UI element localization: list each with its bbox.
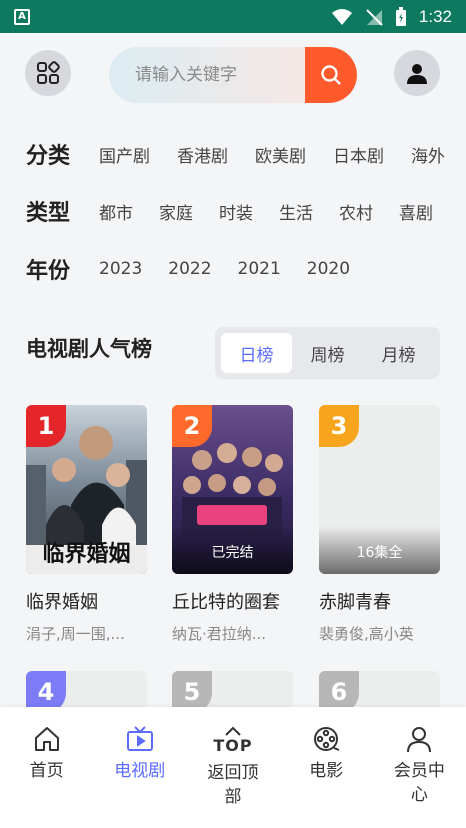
episode-status: 16集全 [319,526,440,574]
poster-title-art: 临界婚姻 [42,541,131,567]
bottom-nav: 首页 电视剧 TOP 返回顶部 电影 会员中心 [0,707,466,828]
card-title[interactable]: 丘比特的圈套 [172,588,293,614]
nav-tv[interactable]: 电视剧 [93,707,186,828]
filter-option[interactable]: 农村 [339,199,373,224]
nav-label: 电影 [309,761,344,781]
nav-movie[interactable]: 电影 [280,707,373,828]
nav-label: 返回顶部 [207,763,259,807]
tab-weekly[interactable]: 周榜 [292,333,363,373]
search-button[interactable] [305,47,357,103]
filter-option[interactable]: 家庭 [159,199,193,224]
clock: 1:32 [418,6,452,26]
ranking-tabs: 日榜 周榜 月榜 [215,327,440,379]
card-actors: 涓子,周一围,... [26,625,125,643]
filter-label: 类型 [26,201,71,226]
user-icon [407,64,427,84]
top-text: TOP [213,736,253,755]
filter-option[interactable]: 海外 [411,142,445,167]
tab-daily[interactable]: 日榜 [221,333,292,373]
home-icon [34,727,59,751]
filter-option[interactable]: 国产剧 [99,142,150,167]
header [0,45,466,105]
card-actors: 裴勇俊,高小英 [319,625,414,643]
card-title[interactable]: 赤脚青春 [319,588,440,614]
filter-label: 分类 [26,144,71,169]
nav-back-to-top[interactable]: TOP 返回顶部 [186,707,279,828]
filter-genre: 类型 都市 家庭 时装 生活 农村 喜剧 [26,194,459,228]
no-signal-icon [366,8,383,26]
filter-option[interactable]: 香港剧 [177,142,228,167]
nav-label: 电视剧 [114,761,166,781]
filter-option[interactable]: 时装 [219,199,253,224]
nav-label: 首页 [29,761,64,781]
rank-badge: 1 [26,405,66,447]
filter-category: 分类 国产剧 香港剧 欧美剧 日本剧 海外 [26,137,466,171]
filter-option[interactable]: 2020 [307,259,350,279]
category-menu-button[interactable] [25,50,71,96]
filter-option[interactable]: 欧美剧 [255,142,306,167]
nav-home[interactable]: 首页 [0,707,93,828]
filter-year: 年份 2023 2022 2021 2020 [26,252,376,286]
film-reel-icon [314,727,340,751]
ranking-title: 电视剧人气榜 [26,337,152,361]
poster[interactable]: 2 已完结 [172,405,293,574]
grid-icon [37,61,60,84]
ranking-card-2[interactable]: 2 已完结 丘比特的圈套 纳瓦·君拉纳... [172,405,293,644]
app-notification-icon: A [14,8,30,25]
filter-label: 年份 [26,259,71,284]
filter-option[interactable]: 2023 [99,259,142,279]
search-input[interactable] [135,47,305,103]
tab-monthly[interactable]: 月榜 [363,333,434,373]
filter-option[interactable]: 2021 [238,259,281,279]
user-icon [407,727,432,753]
nav-member-center[interactable]: 会员中心 [373,707,466,828]
battery-icon [395,6,406,26]
filter-option[interactable]: 喜剧 [399,199,433,224]
ranking-card-1[interactable]: 临界婚姻 1 临界婚姻 涓子,周一围,... [26,405,147,644]
search-bar [109,47,357,103]
poster[interactable]: 3 16集全 [319,405,440,574]
card-title[interactable]: 临界婚姻 [26,588,147,614]
filter-option[interactable]: 日本剧 [333,142,384,167]
filter-option[interactable]: 2022 [168,259,211,279]
episode-status: 已完结 [172,526,293,574]
status-bar: A 1:32 [0,0,466,33]
wifi-icon [331,8,352,25]
rank-badge: 3 [319,405,359,447]
ranking-card-3[interactable]: 3 16集全 赤脚青春 裴勇俊,高小英 [319,405,440,644]
profile-button[interactable] [394,50,440,96]
filter-option[interactable]: 生活 [279,199,313,224]
tv-icon [126,726,153,751]
filter-option[interactable]: 都市 [99,199,133,224]
rank-badge: 2 [172,405,212,447]
search-icon [321,65,341,85]
poster[interactable]: 临界婚姻 1 [26,405,147,574]
card-actors: 纳瓦·君拉纳... [172,625,267,643]
nav-label: 会员中心 [393,761,445,805]
